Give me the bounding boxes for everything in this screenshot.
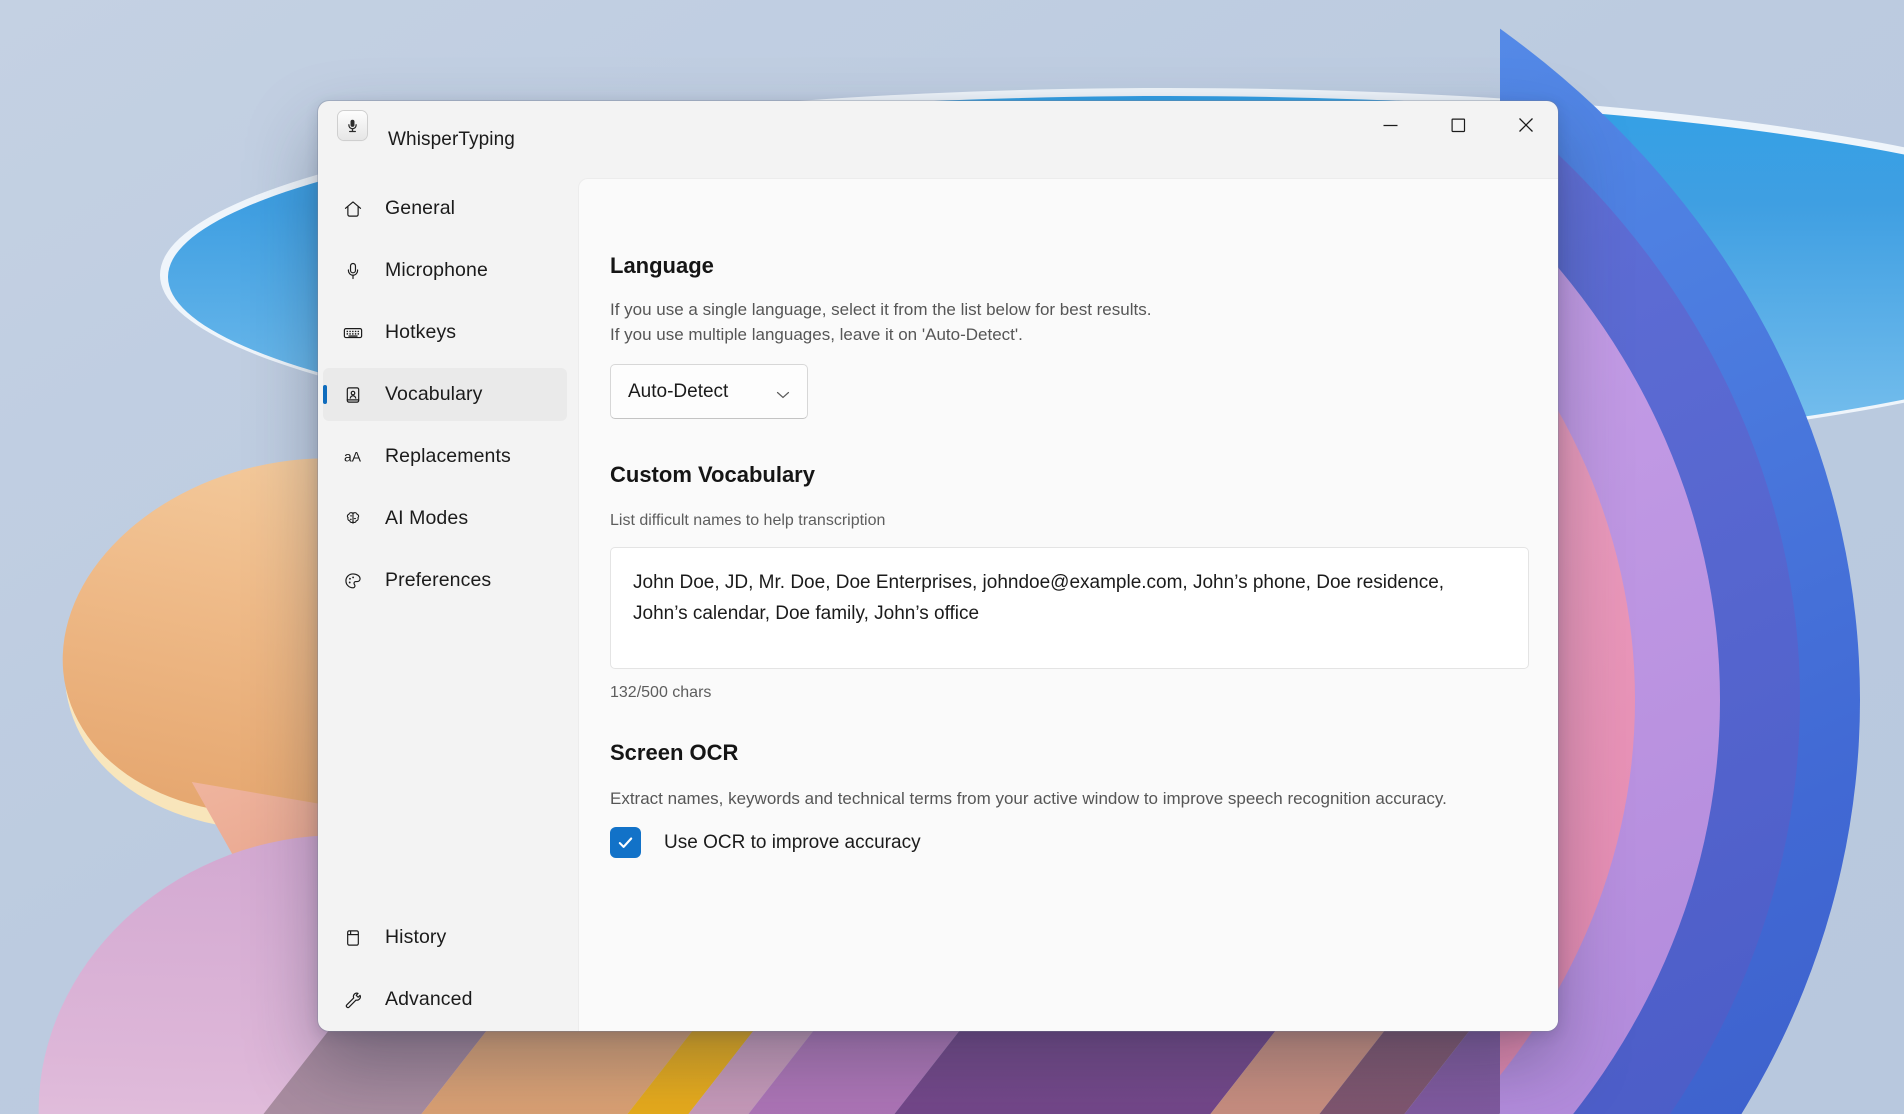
app-icon (338, 111, 367, 140)
custom-vocabulary-description: List difficult names to help transcripti… (610, 510, 885, 532)
checkmark-icon (616, 833, 635, 852)
screen-ocr-heading: Screen OCR (610, 740, 738, 766)
sidebar-item-label: History (385, 926, 446, 949)
sidebar-item-microphone[interactable]: Microphone (323, 244, 567, 297)
contact-card-icon (341, 383, 364, 406)
sidebar-item-general[interactable]: General (323, 182, 567, 235)
sidebar-item-label: General (385, 197, 455, 220)
minimize-icon (1383, 118, 1398, 133)
window-title: WhisperTyping (388, 101, 515, 178)
wallpaper-ring-group (1500, 0, 1904, 1114)
title-bar[interactable]: WhisperTyping (318, 101, 1558, 178)
brain-icon (341, 507, 364, 530)
keyboard-icon (341, 321, 364, 344)
sidebar-item-label: Microphone (385, 259, 488, 282)
whispertyping-window: WhisperTyping (318, 101, 1558, 1031)
language-heading: Language (610, 253, 714, 279)
sidebar-item-label: Replacements (385, 445, 511, 468)
sidebar-item-label: Advanced (385, 988, 473, 1011)
ocr-checkbox[interactable] (610, 827, 641, 858)
sidebar-item-ai-modes[interactable]: AI Modes (323, 492, 567, 545)
desktop-screen: WhisperTyping (0, 0, 1904, 1114)
minimize-button[interactable] (1367, 103, 1413, 147)
sidebar-nav: General Microphone (318, 178, 578, 1031)
microphone-icon (341, 259, 364, 282)
language-description-line-1: If you use a single language, select it … (610, 299, 1151, 321)
sidebar-item-label: Preferences (385, 569, 491, 592)
custom-vocabulary-input[interactable]: John Doe, JD, Mr. Doe, Doe Enterprises, … (610, 547, 1529, 669)
palette-icon (341, 569, 364, 592)
book-icon (341, 926, 364, 949)
sidebar-item-preferences[interactable]: Preferences (323, 554, 567, 607)
settings-content-pane: Language If you use a single language, s… (578, 178, 1558, 1031)
text-case-icon: aA (341, 445, 364, 468)
close-button[interactable] (1503, 103, 1549, 147)
sidebar-item-replacements[interactable]: aA Replacements (323, 430, 567, 483)
sidebar-item-label: Hotkeys (385, 321, 456, 344)
custom-vocabulary-value: John Doe, JD, Mr. Doe, Doe Enterprises, … (633, 567, 1495, 629)
home-icon (341, 197, 364, 220)
sidebar-item-vocabulary[interactable]: Vocabulary (323, 368, 567, 421)
selection-indicator (323, 385, 327, 404)
sidebar-item-advanced[interactable]: Advanced (323, 973, 567, 1026)
language-description-line-2: If you use multiple languages, leave it … (610, 324, 1023, 346)
maximize-button[interactable] (1435, 103, 1481, 147)
sidebar-item-label: Vocabulary (385, 383, 482, 406)
language-select[interactable]: Auto-Detect (610, 364, 808, 419)
sidebar-item-label: AI Modes (385, 507, 468, 530)
svg-text:aA: aA (344, 449, 362, 465)
ocr-checkbox-row[interactable]: Use OCR to improve accuracy (610, 827, 921, 858)
sidebar-item-hotkeys[interactable]: Hotkeys (323, 306, 567, 359)
screen-ocr-description: Extract names, keywords and technical te… (610, 788, 1447, 810)
chevron-down-icon (776, 387, 790, 405)
sidebar-item-history[interactable]: History (323, 911, 567, 964)
maximize-icon (1451, 118, 1466, 133)
language-select-value: Auto-Detect (628, 381, 728, 403)
window-body: General Microphone (318, 178, 1558, 1031)
ocr-checkbox-label: Use OCR to improve accuracy (664, 832, 921, 854)
wrench-icon (341, 988, 364, 1011)
microphone-icon (344, 117, 361, 134)
custom-vocabulary-char-count: 132/500 chars (610, 682, 711, 704)
close-icon (1518, 117, 1534, 133)
custom-vocabulary-heading: Custom Vocabulary (610, 462, 815, 488)
